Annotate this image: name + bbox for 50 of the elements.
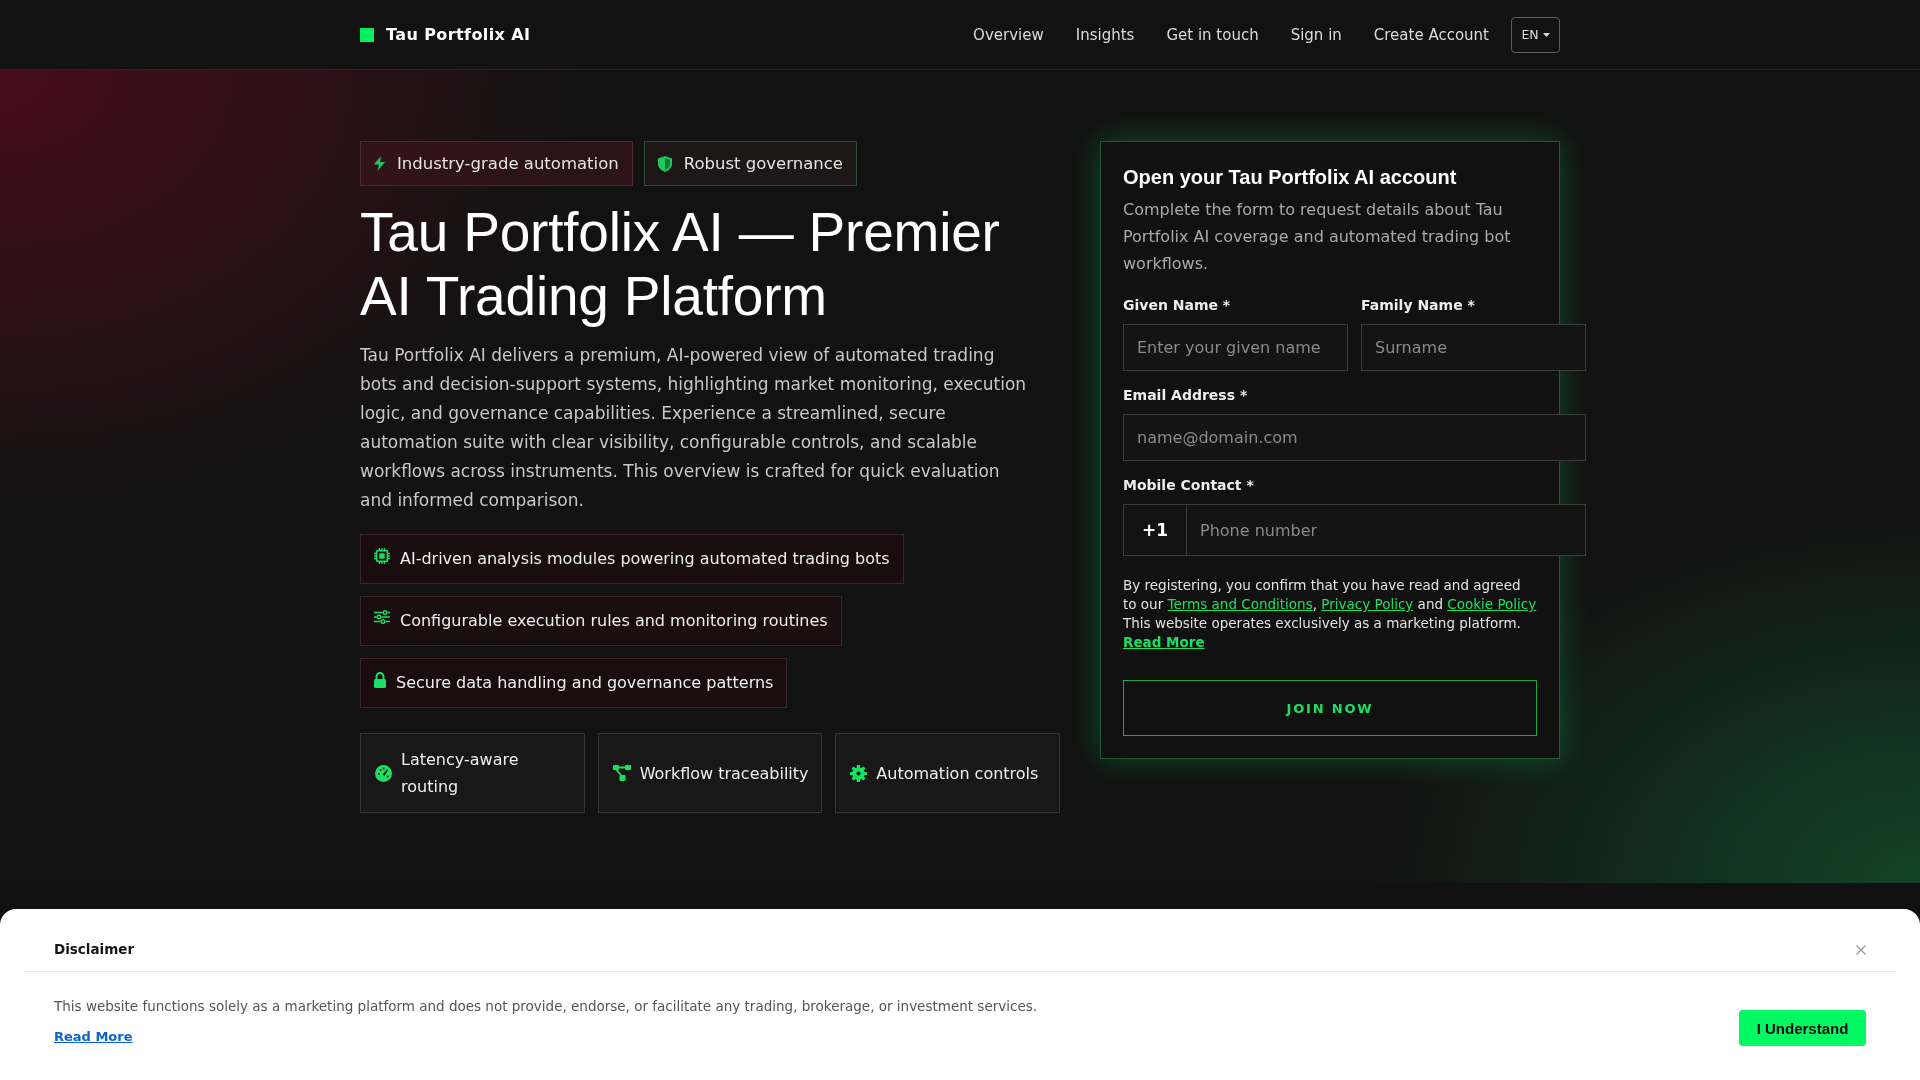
- gauge-icon: [375, 764, 392, 782]
- join-button[interactable]: JOIN NOW: [1123, 680, 1537, 736]
- nav-link[interactable]: Overview: [973, 25, 1044, 44]
- input-field[interactable]: Enter your given name: [1123, 324, 1348, 371]
- language-button[interactable]: EN: [1511, 16, 1560, 53]
- field-label: Given Name *: [1123, 296, 1232, 314]
- lock-icon: [374, 672, 386, 688]
- policy-link[interactable]: Cookie Policy: [1447, 596, 1537, 612]
- close-button[interactable]: [1856, 944, 1866, 955]
- close-icon: [1856, 944, 1866, 955]
- field-label: Mobile Contact *: [1123, 476, 1255, 494]
- understand-button[interactable]: I Understand: [1739, 1010, 1866, 1046]
- input-field[interactable]: Surname: [1361, 324, 1586, 371]
- field-label: Family Name *: [1361, 296, 1476, 314]
- nav-link[interactable]: Sign in: [1290, 25, 1342, 44]
- shield-icon: [657, 155, 672, 172]
- nav-link[interactable]: Create Account: [1373, 25, 1489, 44]
- hero-description: Tau Portfolix AI delivers a premium, AI-powered view of automated trading bots and decision-support systems, highlighting market monitoring, execution logic, and governance capabilities. Experience a streamlined, secure automation suite with clear visibility, configurable controls, and scalable workflows across instruments. This overview is crafted for quick evaluation and informed comparison.: [360, 344, 1028, 512]
- input-field[interactable]: name@domain.com: [1123, 414, 1586, 461]
- tag-text: Industry-grade automation: [397, 154, 619, 173]
- disclaimer-text: This website functions solely as a marketing platform and does not provide, endorse, or facilitate any trading, brokerage, or investment services.: [54, 997, 1039, 1015]
- nodes-icon: [612, 765, 631, 781]
- brand-name: Tau Portfolix AI: [386, 25, 531, 44]
- feature-text: Secure data handling and governance patterns: [396, 672, 774, 694]
- logo-icon: [360, 27, 374, 42]
- tag-text: Robust governance: [683, 154, 843, 173]
- card-title: Latency-aware routing: [401, 749, 520, 798]
- policy-link[interactable]: Privacy Policy: [1321, 596, 1414, 612]
- phone-input[interactable]: Phone number: [1187, 504, 1586, 556]
- form-title: Open your Tau Portfolix AI account: [1123, 165, 1458, 190]
- chip-icon: [374, 548, 390, 564]
- field-label: Email Address *: [1123, 386, 1249, 404]
- caret-icon: [1542, 32, 1550, 37]
- country-code: +1: [1123, 504, 1187, 556]
- nav-link[interactable]: Get in touch: [1166, 25, 1259, 44]
- hero-title: Tau Portfolix AI — Premier AI Trading Platform: [360, 200, 1001, 328]
- card-title: Automation controls: [876, 762, 1039, 785]
- disclaimer-title: Disclaimer: [54, 941, 135, 958]
- feature-text: AI-driven analysis modules powering automated trading bots: [400, 548, 890, 570]
- consent-text: By registering, you confirm that you have read and agreed to our Terms and Conditions, Privacy Policy and Cookie Policy This website operates exclusively as a marketing platform. Read More: [1123, 576, 1537, 652]
- card-title: Workflow traceability: [639, 762, 809, 785]
- form-description: Complete the form to request details about Tau Portfolix AI coverage and automated trading bot workflows.: [1123, 199, 1512, 275]
- gear-icon: [850, 764, 868, 782]
- read-more-link[interactable]: Read More: [54, 1027, 133, 1045]
- policy-link[interactable]: Terms and Conditions: [1167, 596, 1313, 612]
- nav-link[interactable]: Insights: [1075, 25, 1135, 44]
- sliders-icon: [374, 610, 390, 624]
- read-more-link[interactable]: Read More: [1123, 634, 1205, 650]
- feature-text: Configurable execution rules and monitoring routines: [400, 610, 828, 632]
- lightning-icon: [374, 156, 385, 171]
